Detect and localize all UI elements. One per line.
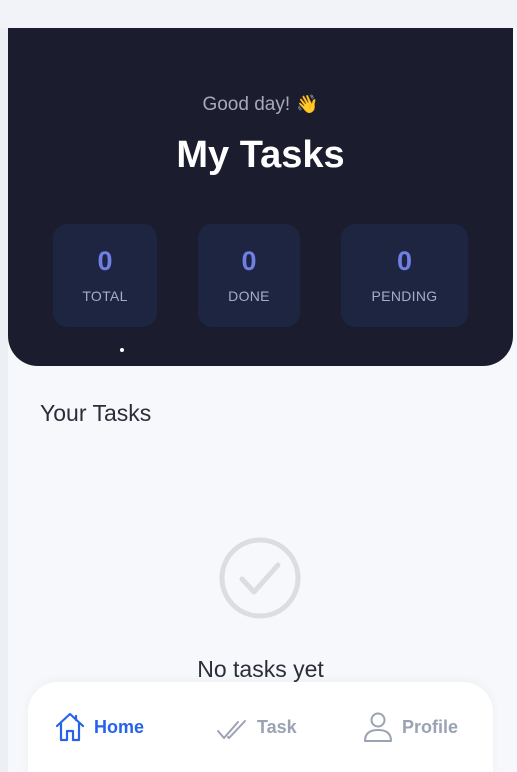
user-icon [364, 712, 392, 742]
bottom-nav: Home Task Profile [28, 682, 493, 772]
page-indicator-dot [120, 348, 124, 352]
waving-hand-icon: 👋 [296, 94, 319, 114]
page-title: My Tasks [176, 134, 345, 176]
stat-card-done: 0 DONE [198, 224, 300, 327]
double-check-icon [217, 720, 246, 739]
stat-total-value: 0 [97, 246, 113, 276]
stat-total-label: TOTAL [82, 288, 128, 304]
nav-task-label: Task [257, 716, 297, 737]
nav-item-home[interactable]: Home [54, 710, 144, 744]
stat-pending-label: PENDING [371, 288, 438, 304]
app-screen: Good day! 👋 My Tasks 0 TOTAL 0 DONE 0 PEN… [8, 28, 517, 772]
browser-top-strip [0, 0, 517, 29]
stat-pending-value: 0 [396, 246, 413, 276]
stat-card-pending: 0 PENDING [341, 224, 468, 327]
greeting: Good day! 👋 [8, 94, 513, 116]
home-icon [55, 712, 85, 742]
greeting-text: Good day! [202, 94, 291, 115]
stat-card-total: 0 TOTAL [53, 224, 157, 327]
empty-state-text: No tasks yet [197, 656, 324, 682]
hero-header: Good day! 👋 My Tasks 0 TOTAL 0 DONE 0 PEN… [8, 28, 513, 366]
section-title: Your Tasks [40, 400, 152, 426]
stat-done-label: DONE [228, 288, 270, 304]
nav-profile-label: Profile [402, 716, 459, 737]
nav-item-profile[interactable]: Profile [362, 710, 458, 744]
nav-home-label: Home [94, 716, 145, 737]
check-circle-icon [219, 537, 301, 619]
nav-item-task[interactable]: Task [217, 710, 297, 744]
stat-done-value: 0 [241, 246, 257, 276]
